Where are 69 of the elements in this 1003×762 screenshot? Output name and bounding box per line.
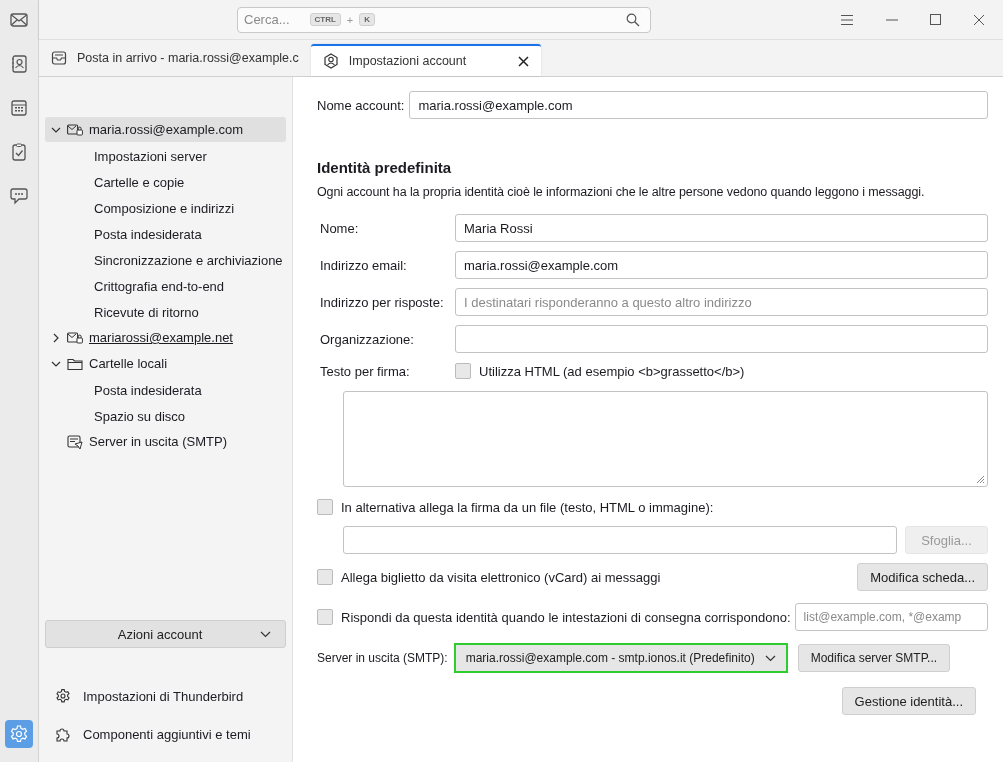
gear-icon: [55, 688, 71, 704]
input-field[interactable]: maria.rossi@example.com: [409, 91, 988, 119]
tree-item[interactable]: Crittografia end-to-end: [45, 273, 286, 299]
checkbox[interactable]: [317, 609, 333, 625]
checkbox-label[interactable]: Rispondi da questa identità quando le intestazioni di consegna corrispondono:: [341, 609, 791, 625]
envelope-lock-icon: [67, 330, 83, 345]
search-placeholder: Cerca...: [244, 12, 290, 27]
tree-item[interactable]: Cartelle locali: [45, 351, 286, 376]
field-label: Testo per firma:: [319, 363, 411, 379]
section-description: Ogni account ha la propria identità cioè le informazioni che le altre persone vedono quando leggono i messaggi.: [317, 185, 926, 199]
tree-item[interactable]: Cartelle e copie: [45, 169, 286, 195]
input-field[interactable]: list@example.com, *@examp: [794, 603, 988, 631]
maximize-icon[interactable]: [930, 14, 941, 25]
checkbox-label[interactable]: In alternativa allega la firma da un file (testo, HTML o immagine):: [341, 499, 714, 515]
tree-item[interactable]: mariarossi@example.net: [45, 325, 286, 350]
tree-item[interactable]: Impostazioni server: [45, 143, 286, 169]
checkbox[interactable]: [317, 499, 333, 515]
tab[interactable]: Impostazioni account: [310, 44, 541, 76]
chevron-icon: [260, 630, 271, 638]
resize-grip-icon: [976, 475, 985, 484]
folder-icon: [67, 356, 83, 371]
file-path-field[interactable]: [343, 526, 897, 554]
field-label: Indirizzo per risposte:: [319, 294, 445, 310]
search-field[interactable]: Cerca... CTRL + K: [237, 6, 651, 33]
input-field[interactable]: I destinatari risponderanno a questo altro indirizzo: [455, 288, 988, 316]
puzzle-piece-icon: [55, 726, 71, 742]
input-field[interactable]: Maria Rossi: [455, 214, 988, 242]
chevron-icon: [764, 654, 776, 662]
manage-identities-button[interactable]: Gestione identità...: [841, 687, 976, 715]
outbox-icon: [67, 433, 83, 450]
close-icon[interactable]: [517, 55, 529, 67]
checkbox[interactable]: [317, 569, 333, 585]
chevron-icon[interactable]: [51, 332, 61, 343]
close-icon[interactable]: [973, 13, 985, 26]
smtp-server-dropdown[interactable]: maria.rossi@example.com - smtp.ionos.it (Predefinito): [453, 643, 788, 673]
account-actions-button[interactable]: Azioni account: [45, 620, 286, 648]
settings-icon[interactable]: [5, 720, 33, 748]
checkbox-label[interactable]: Utilizza HTML (ad esempio <b>grassetto</b>): [479, 363, 745, 379]
inbox-icon: [51, 50, 67, 66]
shortcut-key: CTRL: [309, 13, 341, 26]
menu-icon[interactable]: [840, 13, 854, 26]
tab[interactable]: Posta in arrivo - maria.rossi@example.c: [39, 40, 311, 76]
tree-item[interactable]: Posta indesiderata: [45, 377, 286, 403]
footer-link[interactable]: Componenti aggiuntivi e temi: [55, 726, 286, 742]
envelope-lock-icon: [67, 122, 83, 137]
tree-item[interactable]: maria.rossi@example.com: [45, 117, 286, 142]
key-separator: +: [346, 13, 354, 26]
field-label: Nome:: [319, 220, 360, 236]
field-label: Nome account:: [317, 97, 405, 113]
tree-item[interactable]: Composizione e indirizzi: [45, 195, 286, 221]
field-label: Indirizzo email:: [319, 257, 408, 273]
tree-item[interactable]: Server in uscita (SMTP): [45, 429, 286, 454]
checkbox[interactable]: [455, 363, 471, 379]
footer-link[interactable]: Impostazioni di Thunderbird: [55, 688, 286, 704]
edit-card-button[interactable]: Modifica scheda...: [857, 563, 988, 591]
search-icon[interactable]: [626, 12, 640, 27]
edit-smtp-button[interactable]: Modifica server SMTP...: [797, 644, 951, 672]
tree-item[interactable]: Spazio su disco: [45, 403, 286, 429]
tree-item[interactable]: Posta indesiderata: [45, 221, 286, 247]
account-icon: [322, 53, 339, 69]
section-title: Identità predefinita: [317, 159, 453, 176]
field-label: Server in uscita (SMTP):: [317, 651, 448, 665]
input-field[interactable]: maria.rossi@example.com: [455, 251, 988, 279]
checkbox-label[interactable]: Allega biglietto da visita elettronico (vCard) ai messaggi: [341, 569, 661, 585]
tree-item[interactable]: Ricevute di ritorno: [45, 299, 286, 325]
tree-item[interactable]: Sincronizzazione e archiviazione: [45, 247, 286, 273]
input-field[interactable]: [455, 325, 988, 353]
shortcut-key: K: [359, 13, 376, 26]
field-label: Organizzazione:: [319, 331, 415, 347]
